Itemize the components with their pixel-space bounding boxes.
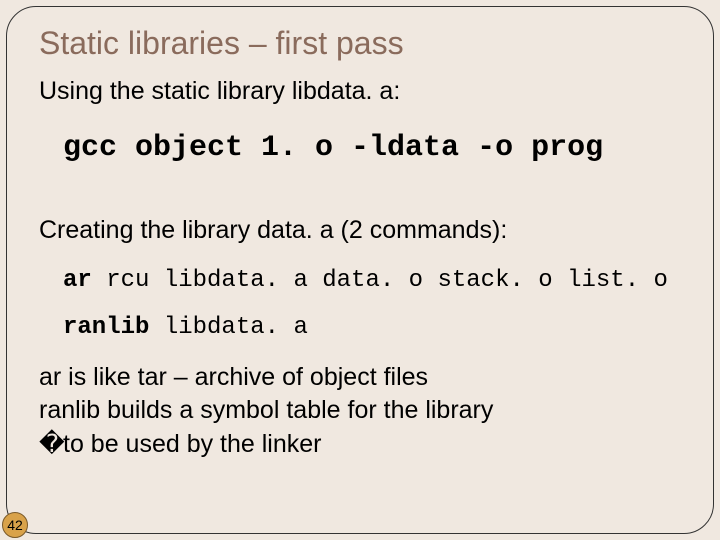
- code-ar-args: rcu libdata. a data. o stack. o list. o: [92, 267, 668, 294]
- code-use-library: gcc object 1. o -ldata -o prog: [63, 131, 685, 165]
- desc-ranlib: ranlib builds a symbol table for the lib…: [39, 394, 685, 428]
- slide-title: Static libraries – first pass: [39, 25, 685, 62]
- slide-frame: Static libraries – first pass Using the …: [6, 6, 714, 534]
- code-ar-keyword: ar: [63, 267, 92, 294]
- creating-intro: Creating the library data. a (2 commands…: [39, 215, 685, 246]
- slide-number-badge: 42: [2, 512, 28, 538]
- bullet-glyph: �: [39, 428, 63, 462]
- description-block: ar is like tar – archive of object files…: [35, 361, 685, 462]
- code-ranlib-args: libdata. a: [149, 314, 307, 341]
- using-intro: Using the static library libdata. a:: [39, 76, 685, 107]
- code-ranlib-keyword: ranlib: [63, 314, 149, 341]
- code-ar: ar rcu libdata. a data. o stack. o list.…: [63, 267, 685, 294]
- code-ranlib: ranlib libdata. a: [63, 314, 685, 341]
- desc-linker: �to be used by the linker: [39, 428, 685, 462]
- desc-linker-text: to be used by the linker: [63, 430, 322, 458]
- desc-ar: ar is like tar – archive of object files: [39, 361, 685, 395]
